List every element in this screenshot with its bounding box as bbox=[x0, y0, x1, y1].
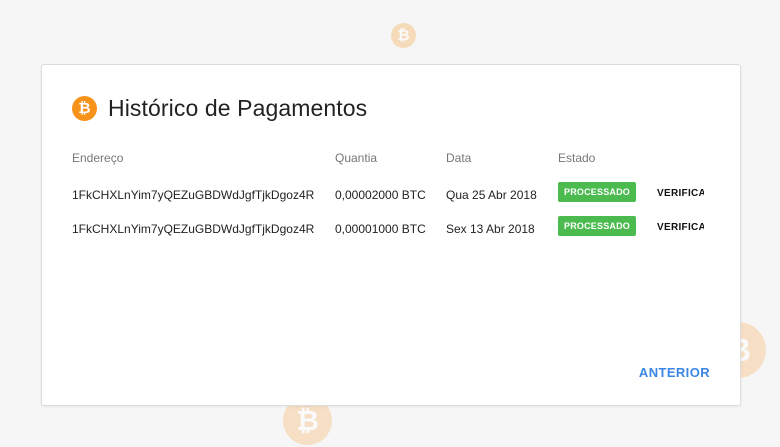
table-row: 1FkCHXLnYim7yQEZuGBDWdJgfTjkDgoz4R 0,000… bbox=[72, 179, 704, 213]
header-address: Endereço bbox=[72, 151, 124, 165]
row-amount: 0,00001000 BTC bbox=[335, 222, 426, 236]
status-badge: PROCESSADO bbox=[558, 216, 637, 236]
row-address: 1FkCHXLnYim7yQEZuGBDWdJgfTjkDgoz4R bbox=[72, 188, 315, 202]
row-date: Sex 13 Abr 2018 bbox=[446, 222, 535, 236]
status-badge: PROCESSADO bbox=[558, 182, 637, 202]
header-date: Data bbox=[446, 151, 472, 165]
background-bitcoin-icon: ₿ bbox=[391, 23, 416, 48]
bitcoin-icon: ₿ bbox=[72, 96, 97, 121]
verify-link[interactable]: VERIFICA bbox=[657, 188, 704, 199]
row-date: Qua 25 Abr 2018 bbox=[446, 188, 537, 202]
row-address: 1FkCHXLnYim7yQEZuGBDWdJgfTjkDgoz4R bbox=[72, 222, 315, 236]
verify-link[interactable]: VERIFICA bbox=[657, 222, 704, 233]
table-row: 1FkCHXLnYim7yQEZuGBDWdJgfTjkDgoz4R 0,000… bbox=[72, 213, 704, 247]
page: ₿ ₿ ₿ ₿ Histórico de Pagamentos Endereço… bbox=[0, 0, 780, 447]
header-amount: Quantia bbox=[335, 151, 378, 165]
previous-button[interactable]: ANTERIOR bbox=[639, 365, 710, 380]
modal-title: Histórico de Pagamentos bbox=[108, 95, 368, 121]
header-state: Estado bbox=[558, 151, 596, 165]
row-amount: 0,00002000 BTC bbox=[335, 188, 426, 202]
table-header: Endereço Quantia Data Estado bbox=[72, 149, 704, 167]
payments-table: Endereço Quantia Data Estado 1FkCHXLnYim… bbox=[72, 149, 704, 247]
payment-history-modal: ₿ Histórico de Pagamentos Endereço Quant… bbox=[41, 64, 741, 406]
modal-header: ₿ Histórico de Pagamentos bbox=[72, 95, 367, 122]
